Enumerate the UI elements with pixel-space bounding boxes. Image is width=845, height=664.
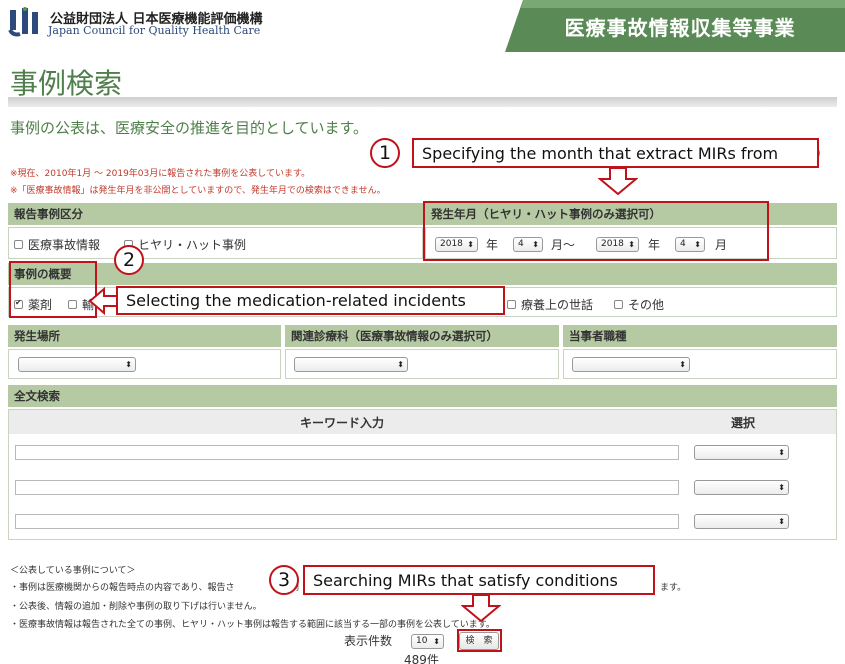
- org-name-en: Japan Council for Quality Health Care: [48, 24, 261, 37]
- project-banner-title: 医療事故情報収集等事業: [564, 16, 796, 40]
- keyword-condition-select-1[interactable]: ⬍: [694, 445, 789, 460]
- callout-number-3: 3: [269, 565, 299, 595]
- report-type-header: 報告事例区分: [8, 203, 423, 225]
- callout-text-1: Specifying the month that extract MIRs f…: [412, 138, 819, 168]
- staff-header: 当事者職種: [563, 325, 837, 347]
- notes-line-1c: ます。: [660, 583, 687, 593]
- updown-icon: ⬍: [433, 637, 440, 646]
- location-header: 発生場所: [8, 325, 281, 347]
- title-divider: [8, 97, 837, 107]
- page-title: 事例検索: [10, 67, 123, 100]
- highlight-occurrence: [423, 201, 769, 261]
- updown-icon: ⬍: [778, 517, 785, 526]
- down-arrow-icon: [461, 594, 501, 622]
- callout-text-3: Searching MIRs that satisfy conditions: [303, 565, 655, 595]
- option-label: 療養上の世話: [521, 298, 594, 312]
- fulltext-header: 全文検索: [8, 385, 837, 407]
- select-column-header: 選択: [731, 416, 756, 430]
- display-count-label: 表示件数: [344, 634, 393, 648]
- keyword-condition-select-2[interactable]: ⬍: [694, 480, 789, 495]
- notice-period: ※現在、2010年1月 ～ 2019年03月に報告された事例を公表しています。: [10, 169, 311, 179]
- staff-select[interactable]: ⬍: [572, 357, 690, 372]
- report-type-option-nearmiss[interactable]: ヒヤリ・ハット事例: [124, 236, 246, 253]
- updown-icon: ⬍: [778, 448, 785, 457]
- fulltext-column-bar: [9, 410, 836, 434]
- callout-number-1: 1: [370, 138, 400, 168]
- updown-icon: ⬍: [778, 483, 785, 492]
- option-label: その他: [628, 298, 665, 312]
- callout-number-2: 2: [114, 245, 144, 275]
- display-count-select[interactable]: 10 ⬍: [411, 634, 444, 649]
- notes-line-2: ・公表後、情報の追加・削除や事例の取り下げは行いません。: [10, 602, 262, 612]
- keyword-column-header: キーワード入力: [300, 416, 385, 430]
- keyword-condition-select-3[interactable]: ⬍: [694, 514, 789, 529]
- report-type-option-accident[interactable]: 医療事故情報: [14, 236, 100, 253]
- location-select[interactable]: ⬍: [18, 357, 136, 372]
- updown-icon: ⬍: [125, 360, 132, 369]
- logo-icon: [8, 6, 44, 38]
- updown-icon: ⬍: [679, 360, 686, 369]
- left-arrow-icon: [88, 286, 118, 316]
- display-count-value: 10: [416, 636, 428, 646]
- total-results: 489件: [404, 653, 439, 664]
- option-label: ヒヤリ・ハット事例: [138, 238, 247, 252]
- checkbox-icon[interactable]: [507, 300, 516, 309]
- highlight-overview: [9, 261, 97, 318]
- page-subtitle: 事例の公表は、医療安全の推進を目的としています。: [10, 119, 369, 137]
- department-select[interactable]: ⬍: [294, 357, 408, 372]
- department-header: 関連診療科（医療事故情報のみ選択可）: [285, 325, 559, 347]
- down-arrow-icon: [598, 167, 638, 195]
- updown-icon: ⬍: [397, 360, 404, 369]
- checkbox-icon[interactable]: [614, 300, 623, 309]
- notes-line-1a: ・事例は医療機関からの報告時点の内容であり、報告さ: [10, 583, 235, 593]
- option-label: 医療事故情報: [28, 238, 101, 252]
- overview-option-care[interactable]: 療養上の世話: [507, 296, 593, 313]
- notes-heading: ＜公表している事例について＞: [10, 566, 136, 576]
- notes-line-3: ・医療事故情報は報告された全ての事例、ヒヤリ・ハット事例は報告する範囲に該当する…: [10, 620, 495, 630]
- highlight-search-button: [457, 629, 502, 652]
- notice-occurrence: ※「医療事故情報」は発生年月を非公開としていますので、発生年月での検索はできませ…: [10, 186, 386, 196]
- overview-option-other[interactable]: その他: [614, 296, 664, 313]
- keyword-input-3[interactable]: [15, 514, 679, 529]
- callout-text-2: Selecting the medication-related inciden…: [116, 286, 505, 315]
- checkbox-icon[interactable]: [14, 240, 23, 249]
- keyword-input-2[interactable]: [15, 480, 679, 495]
- keyword-input-1[interactable]: [15, 445, 679, 460]
